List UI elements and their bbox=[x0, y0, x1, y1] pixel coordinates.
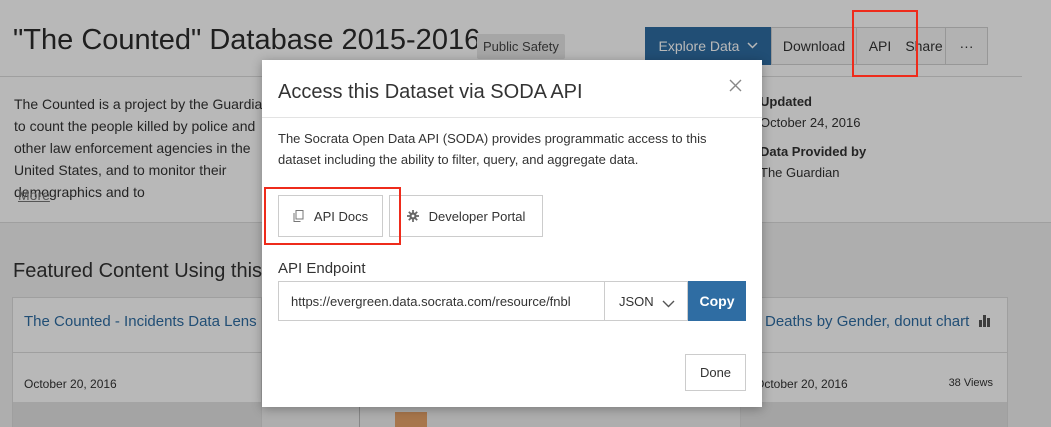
chevron-down-icon bbox=[662, 296, 675, 311]
endpoint-label: API Endpoint bbox=[278, 260, 366, 277]
modal-divider bbox=[262, 117, 762, 118]
developer-portal-button[interactable]: Developer Portal bbox=[389, 195, 543, 237]
gear-icon bbox=[406, 210, 419, 222]
copy-icon bbox=[293, 210, 304, 222]
copy-button[interactable]: Copy bbox=[688, 281, 746, 321]
close-icon[interactable] bbox=[729, 76, 742, 96]
modal-description: The Socrata Open Data API (SODA) provide… bbox=[278, 131, 707, 167]
developer-portal-label: Developer Portal bbox=[428, 208, 526, 224]
modal-title: Access this Dataset via SODA API bbox=[278, 81, 583, 103]
api-docs-label: API Docs bbox=[313, 208, 369, 224]
done-button[interactable]: Done bbox=[685, 354, 746, 391]
api-modal: Access this Dataset via SODA API The Soc… bbox=[262, 60, 762, 407]
format-select[interactable]: JSON bbox=[604, 281, 688, 321]
api-docs-button[interactable]: API Docs bbox=[278, 195, 383, 237]
endpoint-url-input[interactable] bbox=[278, 281, 605, 321]
format-selected: JSON bbox=[619, 293, 654, 309]
